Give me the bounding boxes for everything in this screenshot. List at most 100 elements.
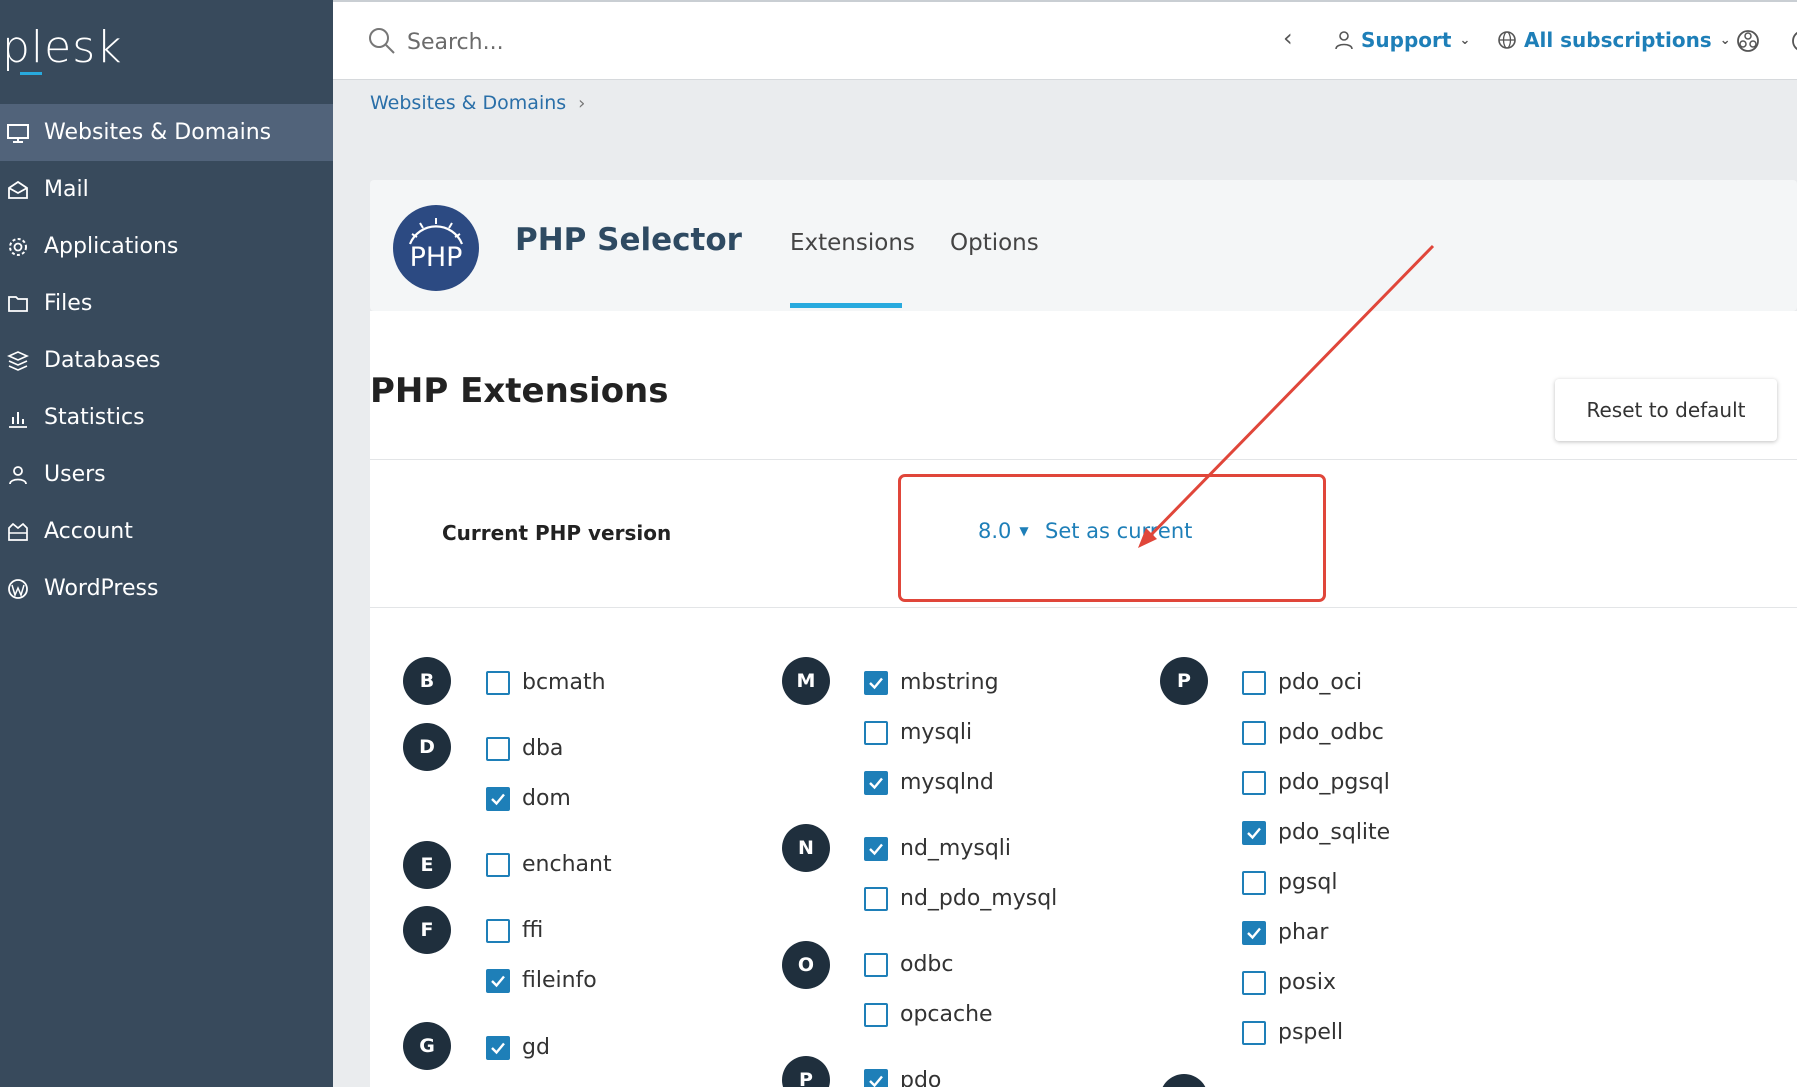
extension-checkbox-pdo-oci[interactable]: pdo_oci bbox=[1242, 670, 1362, 695]
checkbox[interactable] bbox=[486, 918, 510, 943]
checkbox[interactable] bbox=[864, 720, 888, 745]
extension-checkbox-phar[interactable]: phar bbox=[1242, 920, 1328, 945]
extension-checkbox-gd[interactable]: gd bbox=[486, 1035, 550, 1060]
extension-label: opcache bbox=[900, 1002, 993, 1027]
extension-checkbox-odbc[interactable]: odbc bbox=[864, 952, 954, 977]
checkbox[interactable] bbox=[864, 670, 888, 695]
mail-icon bbox=[4, 177, 32, 203]
letter-badge: P bbox=[1160, 657, 1208, 705]
reset-to-default-button[interactable]: Reset to default bbox=[1555, 379, 1777, 441]
extension-checkbox-posix[interactable]: posix bbox=[1242, 970, 1336, 995]
checkbox[interactable] bbox=[864, 836, 888, 861]
extension-checkbox-ffi[interactable]: ffi bbox=[486, 918, 543, 943]
sidebar-item-mail[interactable]: Mail bbox=[0, 161, 333, 218]
sidebar-item-files[interactable]: Files bbox=[0, 275, 333, 332]
sidebar-item-websites-domains[interactable]: Websites & Domains bbox=[0, 104, 333, 161]
extension-checkbox-dba[interactable]: dba bbox=[486, 736, 563, 761]
extension-checkbox-pdo-odbc[interactable]: pdo_odbc bbox=[1242, 720, 1384, 745]
sidebar-item-wordpress[interactable]: WordPress bbox=[0, 560, 333, 617]
letter-badge: G bbox=[403, 1022, 451, 1070]
sidebar-item-users[interactable]: Users bbox=[0, 446, 333, 503]
extension-checkbox-dom[interactable]: dom bbox=[486, 786, 571, 811]
checkmark-icon bbox=[869, 677, 883, 689]
checkbox[interactable] bbox=[864, 886, 888, 911]
extension-checkbox-mbstring[interactable]: mbstring bbox=[864, 670, 999, 695]
extension-label: fileinfo bbox=[522, 968, 597, 993]
checkbox[interactable] bbox=[1242, 1020, 1266, 1045]
letter-badge: M bbox=[782, 657, 830, 705]
back-chevron-icon[interactable]: ‹ bbox=[1283, 24, 1293, 52]
sidebar-item-account[interactable]: Account bbox=[0, 503, 333, 560]
checkbox[interactable] bbox=[864, 1002, 888, 1027]
checkbox[interactable] bbox=[1242, 970, 1266, 995]
checkmark-icon bbox=[1247, 827, 1261, 839]
checkbox[interactable] bbox=[1242, 770, 1266, 795]
support-menu[interactable]: Support ⌄ bbox=[1333, 28, 1470, 52]
sidebar-item-statistics[interactable]: Statistics bbox=[0, 389, 333, 446]
checkbox[interactable] bbox=[486, 1035, 510, 1060]
extension-label: dom bbox=[522, 786, 571, 811]
checkbox[interactable] bbox=[486, 968, 510, 993]
page-title: PHP Selector bbox=[515, 222, 742, 258]
help-icon[interactable] bbox=[1788, 26, 1797, 56]
monitor-icon bbox=[4, 120, 32, 146]
extension-checkbox-pgsql[interactable]: pgsql bbox=[1242, 870, 1337, 895]
breadcrumb-link[interactable]: Websites & Domains bbox=[370, 92, 566, 114]
extension-checkbox-nd-mysqli[interactable]: nd_mysqli bbox=[864, 836, 1011, 861]
sidebar-item-label: Files bbox=[44, 291, 93, 316]
extension-checkbox-fileinfo[interactable]: fileinfo bbox=[486, 968, 597, 993]
checkbox[interactable] bbox=[486, 852, 510, 877]
extension-label: pspell bbox=[1278, 1020, 1344, 1045]
extension-label: pdo_oci bbox=[1278, 670, 1363, 695]
checkbox[interactable] bbox=[486, 736, 510, 761]
gear-icon bbox=[4, 234, 32, 260]
checkmark-icon bbox=[869, 843, 883, 855]
database-icon bbox=[4, 348, 32, 374]
active-tab-indicator bbox=[790, 303, 902, 308]
extension-checkbox-mysqli[interactable]: mysqli bbox=[864, 720, 972, 745]
sidebar-item-label: WordPress bbox=[44, 576, 159, 601]
extension-checkbox-pdo-pgsql[interactable]: pdo_pgsql bbox=[1242, 770, 1390, 795]
search-input[interactable] bbox=[407, 24, 807, 60]
content-area: PHP PHP Selector Extensions Options PHP … bbox=[333, 154, 1797, 1087]
support-label: Support bbox=[1361, 28, 1452, 52]
chevron-down-icon: ⌄ bbox=[1459, 32, 1471, 48]
extension-checkbox-mysqlnd[interactable]: mysqlnd bbox=[864, 770, 994, 795]
checkbox[interactable] bbox=[864, 1068, 888, 1087]
sidebar-item-label: Account bbox=[44, 519, 133, 544]
wordpress-icon bbox=[4, 576, 32, 602]
tab-options[interactable]: Options bbox=[950, 230, 1039, 256]
globe-icon bbox=[1498, 31, 1516, 49]
checkbox[interactable] bbox=[1242, 820, 1266, 845]
checkbox[interactable] bbox=[864, 770, 888, 795]
user-icon bbox=[4, 462, 32, 488]
tab-extensions[interactable]: Extensions bbox=[790, 230, 915, 256]
extension-checkbox-nd-pdo-mysql[interactable]: nd_pdo_mysql bbox=[864, 886, 1057, 911]
checkbox[interactable] bbox=[864, 952, 888, 977]
topbar: ‹ Support ⌄ All subscriptions ⌄ bbox=[333, 0, 1797, 80]
sidebar-item-databases[interactable]: Databases bbox=[0, 332, 333, 389]
checkbox[interactable] bbox=[1242, 920, 1266, 945]
subscriptions-menu[interactable]: All subscriptions ⌄ bbox=[1496, 28, 1731, 52]
checkbox[interactable] bbox=[1242, 720, 1266, 745]
checkbox[interactable] bbox=[1242, 670, 1266, 695]
checkbox[interactable] bbox=[486, 786, 510, 811]
extension-label: nd_pdo_mysql bbox=[900, 886, 1058, 911]
sidebar-item-applications[interactable]: Applications bbox=[0, 218, 333, 275]
annotation-highlight-box bbox=[898, 474, 1326, 602]
extension-checkbox-bcmath[interactable]: bcmath bbox=[486, 670, 606, 695]
extension-checkbox-pdo[interactable]: pdo bbox=[864, 1068, 941, 1087]
extension-checkbox-enchant[interactable]: enchant bbox=[486, 852, 612, 877]
extension-label: pdo_odbc bbox=[1278, 720, 1384, 745]
extension-checkbox-pspell[interactable]: pspell bbox=[1242, 1020, 1343, 1045]
checkbox[interactable] bbox=[1242, 870, 1266, 895]
extension-label: pgsql bbox=[1278, 870, 1338, 895]
plesk-logo: plesk bbox=[2, 22, 123, 73]
checkbox[interactable] bbox=[486, 670, 510, 695]
checkmark-icon bbox=[1247, 927, 1261, 939]
extensions-icon[interactable] bbox=[1733, 26, 1763, 56]
checkmark-icon bbox=[869, 777, 883, 789]
extension-checkbox-pdo-sqlite[interactable]: pdo_sqlite bbox=[1242, 820, 1390, 845]
divider bbox=[370, 459, 1797, 460]
extension-checkbox-opcache[interactable]: opcache bbox=[864, 1002, 993, 1027]
